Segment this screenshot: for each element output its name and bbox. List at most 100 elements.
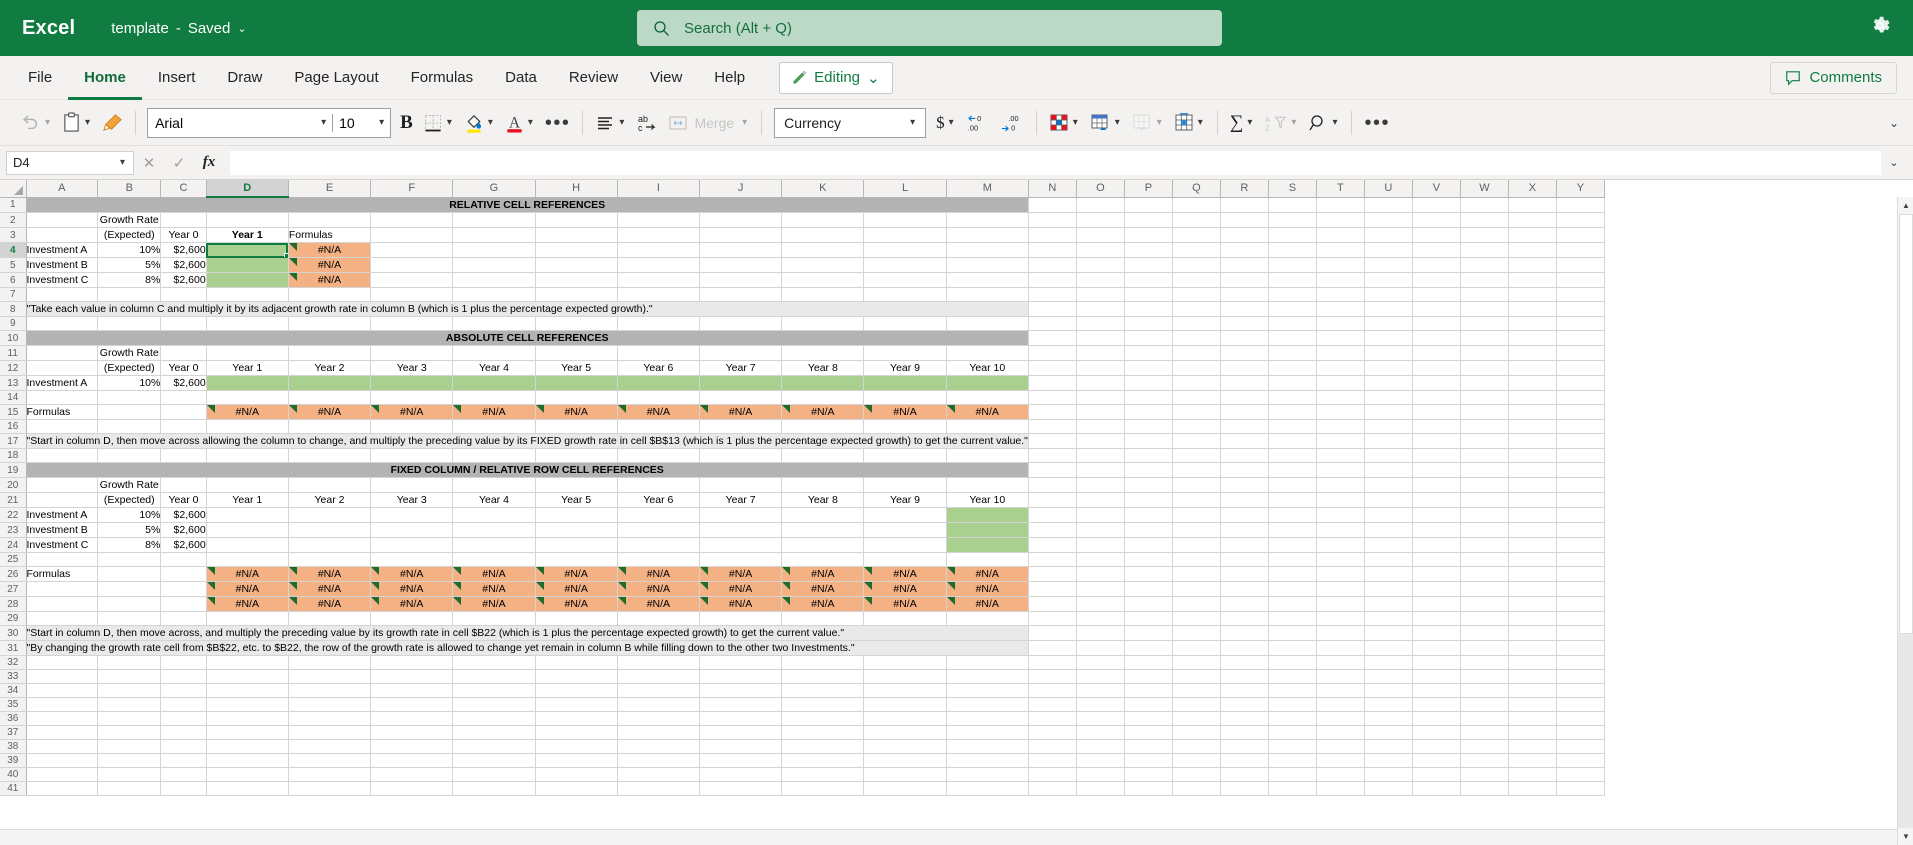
tab-home[interactable]: Home xyxy=(68,56,142,100)
cell-Y3[interactable] xyxy=(1556,227,1605,243)
cell-H32[interactable] xyxy=(535,655,618,670)
cell-G9[interactable] xyxy=(452,316,536,331)
chevron-down-icon[interactable]: ▾ xyxy=(1113,117,1122,128)
cell-M27[interactable]: #N/A xyxy=(946,581,1029,597)
tab-review[interactable]: Review xyxy=(553,56,634,100)
cell-A31[interactable]: "By changing the growth rate cell from $… xyxy=(26,640,1029,656)
insert-cells-button[interactable]: ▾ xyxy=(1169,106,1210,140)
row-header-37[interactable]: 37 xyxy=(0,725,27,740)
cell-Q23[interactable] xyxy=(1172,522,1221,538)
cell-O7[interactable] xyxy=(1076,287,1125,302)
increase-decimal-button[interactable]: .00 0 xyxy=(995,106,1029,140)
cell-B4[interactable]: 10% xyxy=(97,242,162,258)
column-header-x[interactable]: X xyxy=(1508,180,1557,198)
cell-K6[interactable] xyxy=(781,272,865,288)
cell-T21[interactable] xyxy=(1316,492,1365,508)
cell-U6[interactable] xyxy=(1364,272,1413,288)
cell-D38[interactable] xyxy=(206,739,289,754)
cell-L34[interactable] xyxy=(863,683,947,698)
row-header-39[interactable]: 39 xyxy=(0,753,27,768)
cell-F14[interactable] xyxy=(370,390,454,405)
cell-I6[interactable] xyxy=(617,272,700,288)
collapse-ribbon-button[interactable]: ⌄ xyxy=(1889,116,1899,130)
cell-W9[interactable] xyxy=(1460,316,1509,331)
cell-O15[interactable] xyxy=(1076,404,1125,420)
cell-P25[interactable] xyxy=(1124,552,1173,567)
row-header-9[interactable]: 9 xyxy=(0,316,27,331)
cell-X16[interactable] xyxy=(1508,419,1557,434)
cell-L41[interactable] xyxy=(863,781,947,796)
cell-U9[interactable] xyxy=(1364,316,1413,331)
cell-U17[interactable] xyxy=(1364,433,1413,449)
cell-P13[interactable] xyxy=(1124,375,1173,391)
cell-V10[interactable] xyxy=(1412,330,1461,346)
cell-U33[interactable] xyxy=(1364,669,1413,684)
cell-O26[interactable] xyxy=(1076,566,1125,582)
cell-B38[interactable] xyxy=(97,739,162,754)
cell-Q17[interactable] xyxy=(1172,433,1221,449)
cell-Q9[interactable] xyxy=(1172,316,1221,331)
cell-O5[interactable] xyxy=(1076,257,1125,273)
chevron-down-icon[interactable]: ▾ xyxy=(740,117,749,128)
row-header-23[interactable]: 23 xyxy=(0,522,27,538)
cell-K35[interactable] xyxy=(781,697,865,712)
cell-V6[interactable] xyxy=(1412,272,1461,288)
cell-B14[interactable] xyxy=(97,390,162,405)
column-header-e[interactable]: E xyxy=(288,180,372,198)
column-header-y[interactable]: Y xyxy=(1556,180,1605,198)
cell-U16[interactable] xyxy=(1364,419,1413,434)
row-header-10[interactable]: 10 xyxy=(0,330,27,346)
chevron-down-icon[interactable]: ▾ xyxy=(1155,117,1164,128)
cell-C13[interactable]: $2,600 xyxy=(160,375,207,391)
row-header-5[interactable]: 5 xyxy=(0,257,27,273)
sort-filter-button[interactable]: A Z ▾ xyxy=(1259,106,1303,140)
row-header-24[interactable]: 24 xyxy=(0,537,27,553)
cell-Q31[interactable] xyxy=(1172,640,1221,656)
cell-E16[interactable] xyxy=(288,419,372,434)
column-header-c[interactable]: C xyxy=(160,180,207,198)
cell-I40[interactable] xyxy=(617,767,700,782)
cell-Y22[interactable] xyxy=(1556,507,1605,523)
font-color-button[interactable]: A ▾ xyxy=(500,106,540,140)
cell-P27[interactable] xyxy=(1124,581,1173,597)
cell-P8[interactable] xyxy=(1124,301,1173,317)
cell-A3[interactable] xyxy=(26,227,99,243)
cell-B15[interactable] xyxy=(97,404,162,420)
cell-A19[interactable]: FIXED COLUMN / RELATIVE ROW CELL REFEREN… xyxy=(26,462,1029,478)
row-header-20[interactable]: 20 xyxy=(0,477,27,493)
cell-K7[interactable] xyxy=(781,287,865,302)
row-header-36[interactable]: 36 xyxy=(0,711,27,726)
column-header-f[interactable]: F xyxy=(370,180,454,198)
cell-I21[interactable]: Year 6 xyxy=(617,492,700,508)
cell-W14[interactable] xyxy=(1460,390,1509,405)
cell-C14[interactable] xyxy=(160,390,207,405)
cell-E22[interactable] xyxy=(288,507,372,523)
cell-S33[interactable] xyxy=(1268,669,1317,684)
cell-Q21[interactable] xyxy=(1172,492,1221,508)
cell-K29[interactable] xyxy=(781,611,865,626)
cell-I11[interactable] xyxy=(617,345,700,361)
cell-B29[interactable] xyxy=(97,611,162,626)
cell-O33[interactable] xyxy=(1076,669,1125,684)
cell-R29[interactable] xyxy=(1220,611,1269,626)
cell-U19[interactable] xyxy=(1364,462,1413,478)
cell-R3[interactable] xyxy=(1220,227,1269,243)
cell-S14[interactable] xyxy=(1268,390,1317,405)
cell-D3[interactable]: Year 1 xyxy=(206,227,289,243)
cell-Y4[interactable] xyxy=(1556,242,1605,258)
cell-R38[interactable] xyxy=(1220,739,1269,754)
cell-D32[interactable] xyxy=(206,655,289,670)
cell-S22[interactable] xyxy=(1268,507,1317,523)
cell-N27[interactable] xyxy=(1028,581,1077,597)
cell-Q2[interactable] xyxy=(1172,212,1221,228)
cell-I41[interactable] xyxy=(617,781,700,796)
cell-K18[interactable] xyxy=(781,448,865,463)
row-header-6[interactable]: 6 xyxy=(0,272,27,288)
cell-G24[interactable] xyxy=(452,537,536,553)
row-header-14[interactable]: 14 xyxy=(0,390,27,405)
cell-S32[interactable] xyxy=(1268,655,1317,670)
cell-Y21[interactable] xyxy=(1556,492,1605,508)
cell-P24[interactable] xyxy=(1124,537,1173,553)
cell-N2[interactable] xyxy=(1028,212,1077,228)
cell-Q28[interactable] xyxy=(1172,596,1221,612)
